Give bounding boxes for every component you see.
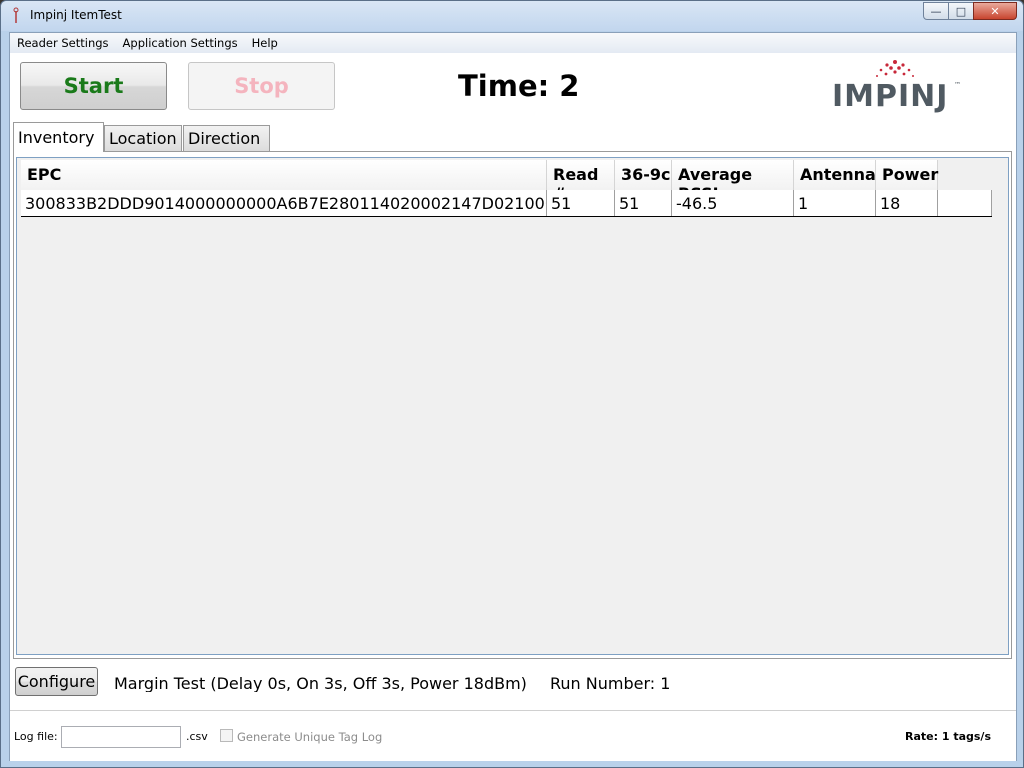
cell-antenna: 1: [794, 190, 876, 216]
menu-application-settings[interactable]: Application Settings: [116, 36, 245, 50]
inventory-grid[interactable]: EPC Read # 36-9c Average RSSI Antenna Po…: [16, 157, 1009, 655]
maximize-button[interactable]: □: [948, 2, 974, 20]
inventory-panel: EPC Read # 36-9c Average RSSI Antenna Po…: [13, 151, 1012, 659]
cell-filler: [938, 190, 992, 216]
impinj-logo: IMPINJ ™: [832, 60, 962, 114]
title-bar[interactable]: Impinj ItemTest — □ ✕: [1, 1, 1023, 31]
elapsed-time: Time: 2: [458, 69, 580, 103]
cell-36-9c: 51: [615, 190, 672, 216]
window-title: Impinj ItemTest: [30, 8, 122, 22]
logo-text: IMPINJ: [832, 79, 949, 114]
col-header-36-9c[interactable]: 36-9c: [615, 160, 672, 190]
col-header-antenna[interactable]: Antenna: [794, 160, 876, 190]
col-header-read-count[interactable]: Read #: [547, 160, 615, 203]
start-button[interactable]: Start: [20, 62, 167, 110]
read-rate: Rate: 1 tags/s: [905, 730, 991, 743]
client-area: Reader Settings Application Settings Hel…: [9, 32, 1017, 761]
cell-power: 18: [876, 190, 938, 216]
minimize-button[interactable]: —: [923, 2, 949, 20]
tab-direction[interactable]: Direction: [183, 125, 270, 151]
tab-inventory[interactable]: Inventory: [13, 122, 104, 152]
app-window: Impinj ItemTest — □ ✕ Reader Settings Ap…: [0, 0, 1024, 768]
tab-location[interactable]: Location: [104, 125, 182, 151]
table-row[interactable]: 300833B2DDD9014000000000A6B7E28011402000…: [21, 190, 992, 217]
cell-read-count: 51: [547, 190, 615, 216]
window-controls: — □ ✕: [923, 2, 1017, 20]
log-file-extension: .csv: [186, 730, 208, 743]
col-header-epc[interactable]: EPC: [21, 160, 547, 190]
menu-reader-settings[interactable]: Reader Settings: [10, 36, 116, 50]
cell-average-rssi: -46.5: [672, 190, 794, 216]
configure-button[interactable]: Configure: [15, 667, 98, 696]
log-file-label: Log file:: [14, 730, 58, 743]
col-header-power[interactable]: Power: [876, 160, 938, 190]
logo-trademark: ™: [954, 81, 961, 89]
status-bar: Log file: .csv Generate Unique Tag Log R…: [10, 710, 1016, 761]
stop-button[interactable]: Stop: [188, 62, 335, 110]
test-description: Margin Test (Delay 0s, On 3s, Off 3s, Po…: [114, 674, 527, 692]
unique-tag-log-checkbox[interactable]: [220, 729, 233, 742]
col-header-average-rssi[interactable]: Average RSSI: [672, 160, 794, 203]
close-button[interactable]: ✕: [973, 2, 1017, 20]
menu-bar: Reader Settings Application Settings Hel…: [10, 33, 1016, 53]
menu-help[interactable]: Help: [245, 36, 285, 50]
cell-epc: 300833B2DDD9014000000000A6B7E28011402000…: [21, 190, 547, 216]
logo-dots-icon: [876, 60, 914, 77]
run-number: Run Number: 1: [550, 674, 671, 693]
app-antenna-icon: [13, 7, 19, 23]
grid-header: EPC Read # 36-9c Average RSSI Antenna Po…: [21, 160, 938, 203]
log-file-input[interactable]: [61, 726, 181, 748]
unique-tag-log-label: Generate Unique Tag Log: [237, 730, 383, 744]
